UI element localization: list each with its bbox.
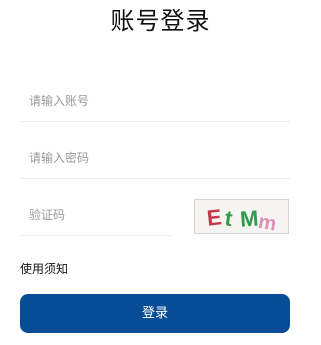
password-field[interactable] bbox=[20, 138, 290, 179]
login-button[interactable]: 登录 bbox=[20, 294, 290, 333]
captcha-glyph-0: E bbox=[206, 204, 223, 230]
account-input[interactable] bbox=[20, 81, 290, 121]
captcha-input[interactable] bbox=[20, 195, 173, 235]
password-input[interactable] bbox=[20, 138, 290, 178]
captcha-graphic: E t M m bbox=[206, 204, 278, 233]
account-field[interactable] bbox=[20, 81, 290, 122]
captcha-glyph-2: M bbox=[239, 206, 259, 232]
captcha-glyph-3: m bbox=[257, 211, 278, 233]
captcha-image[interactable]: E t M m bbox=[194, 199, 289, 234]
captcha-glyph-1: t bbox=[223, 205, 234, 231]
page-title: 账号登录 bbox=[110, 7, 211, 35]
captcha-field[interactable] bbox=[20, 195, 173, 236]
usage-notice-link[interactable]: 使用须知 bbox=[20, 261, 68, 277]
